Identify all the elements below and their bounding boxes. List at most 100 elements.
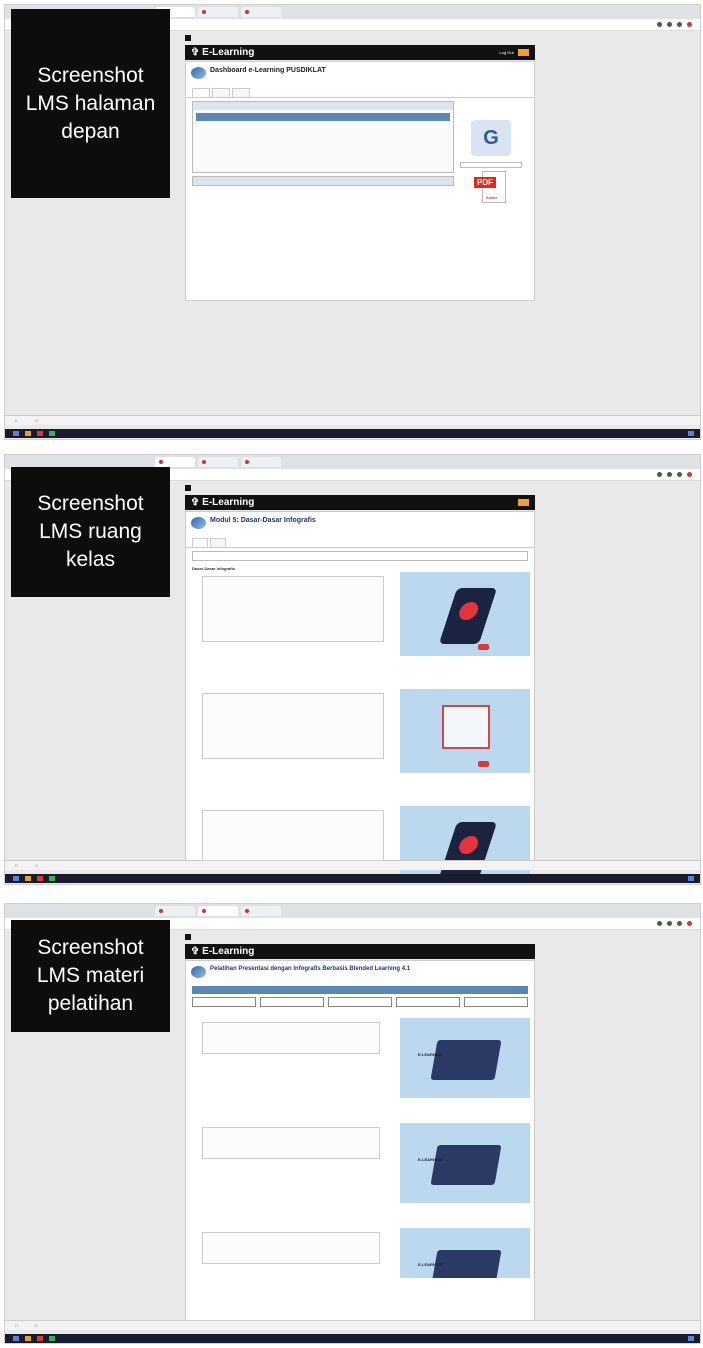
browser-tab[interactable] (198, 7, 238, 17)
taskbar-icon[interactable] (25, 431, 31, 436)
extension-icon[interactable] (657, 472, 662, 477)
favicon-icon (202, 908, 206, 913)
download-bar: □ □ (5, 1320, 700, 1330)
material-title[interactable] (192, 1222, 528, 1227)
cubes-graphic (442, 705, 490, 749)
nav-button[interactable] (517, 499, 529, 506)
start-icon[interactable] (13, 431, 19, 436)
material-info-box (202, 1232, 380, 1264)
guide-icon[interactable]: G (471, 120, 511, 156)
download-item[interactable]: □ (15, 863, 17, 868)
favicon-icon (159, 459, 163, 464)
extension-icon[interactable] (677, 921, 682, 926)
extension-icon[interactable] (677, 472, 682, 477)
bookmark-icon[interactable] (185, 34, 191, 41)
taskbar-icon[interactable] (25, 1336, 31, 1341)
brand-logo[interactable]: ✞ E-Learning (191, 47, 254, 58)
system-tray (688, 876, 694, 881)
materials-content: Pelatihan Presentasi dengan Infografis B… (185, 960, 535, 1322)
browser-tab[interactable] (155, 906, 195, 916)
favicon-icon (202, 459, 206, 464)
screenshot-classroom: Screenshot LMS ruang kelas ✞ E-Learning … (4, 454, 701, 885)
laptop-graphic (430, 1145, 502, 1185)
bookmark-icon[interactable] (185, 933, 191, 940)
download-item[interactable]: □ (35, 863, 37, 868)
extension-icon[interactable] (677, 22, 682, 27)
section-illustration (400, 689, 530, 773)
tab-3[interactable] (231, 88, 250, 97)
extension-icons (657, 472, 692, 477)
table-header (196, 113, 450, 121)
download-item[interactable]: □ (15, 1323, 17, 1328)
material-button[interactable] (464, 997, 528, 1007)
taskbar-icon[interactable] (37, 1336, 43, 1341)
start-icon[interactable] (13, 1336, 19, 1341)
taskbar-icon[interactable] (37, 876, 43, 881)
pdf-icon[interactable]: PDF Adobe (474, 171, 508, 209)
material-button[interactable] (192, 997, 256, 1007)
breadcrumb (192, 551, 528, 561)
extension-icon[interactable] (667, 22, 672, 27)
taskbar-icon[interactable] (37, 431, 43, 436)
start-icon[interactable] (13, 876, 19, 881)
caption-label: Screenshot LMS materi pelatihan (11, 920, 170, 1032)
brand-text: E-Learning (202, 946, 255, 957)
material-illustration: E-LEARNING (400, 1123, 530, 1203)
profile-icon[interactable] (687, 472, 692, 477)
browser-tab[interactable] (241, 906, 281, 916)
phone-graphic (438, 588, 498, 644)
side-column: G PDF Adobe (456, 120, 526, 209)
brand-logo[interactable]: ✞ E-Learning (191, 497, 254, 508)
windows-taskbar (5, 874, 700, 883)
extension-icon[interactable] (657, 22, 662, 27)
browser-tab[interactable] (241, 457, 281, 467)
taskbar-icon[interactable] (49, 1336, 55, 1341)
section-title[interactable] (192, 683, 528, 688)
module-section: Dasar-Dasar Infografis (192, 566, 530, 678)
table-row[interactable] (196, 124, 450, 132)
bookmark-icon[interactable] (185, 484, 191, 491)
material-title[interactable] (192, 1012, 528, 1017)
extension-icon[interactable] (657, 921, 662, 926)
page-title: Dashboard e-Learning PUSDIKLAT (210, 67, 326, 74)
dashboard-content: Dashboard e-Learning PUSDIKLAT G PDF Ado… (185, 61, 535, 301)
tab-1[interactable] (192, 88, 210, 97)
material-button[interactable] (260, 997, 324, 1007)
download-item[interactable]: □ (35, 1323, 37, 1328)
section-title[interactable]: Dasar-Dasar Infografis (192, 566, 528, 571)
nav-button[interactable] (517, 49, 529, 56)
download-item[interactable]: □ (35, 418, 37, 423)
nav-button[interactable] (517, 948, 529, 955)
profile-icon[interactable] (687, 921, 692, 926)
brand-text: E-Learning (202, 47, 255, 58)
brand-logo[interactable]: ✞ E-Learning (191, 946, 254, 957)
material-item: E-LEARNING (192, 1117, 530, 1217)
extension-icon[interactable] (667, 472, 672, 477)
menu-select[interactable] (460, 162, 522, 168)
login-link[interactable]: Log Out (499, 50, 513, 55)
illustration-badge (478, 644, 490, 650)
page-title: Modul 5: Dasar-Dasar Infografis (210, 517, 316, 524)
lms-navbar: ✞ E-Learning (185, 944, 535, 959)
taskbar-icon[interactable] (49, 431, 55, 436)
taskbar-icon[interactable] (49, 876, 55, 881)
tab-2[interactable] (211, 88, 230, 97)
section-title[interactable] (192, 800, 528, 805)
material-info-box (202, 1022, 380, 1054)
taskbar-icon[interactable] (25, 876, 31, 881)
browser-tab[interactable] (198, 457, 238, 467)
lms-navbar: ✞ E-Learning Log Out (185, 45, 535, 60)
tab-2[interactable] (209, 538, 226, 547)
material-button[interactable] (328, 997, 392, 1007)
material-title[interactable] (192, 1117, 528, 1122)
material-button[interactable] (396, 997, 460, 1007)
extension-icon[interactable] (667, 921, 672, 926)
download-item[interactable]: □ (15, 418, 17, 423)
browser-tab[interactable] (155, 457, 195, 467)
browser-tab[interactable] (198, 906, 238, 916)
profile-icon[interactable] (687, 22, 692, 27)
tab-1[interactable] (192, 538, 208, 547)
browser-tab[interactable] (241, 7, 281, 17)
material-item: E-LEARNING (192, 1012, 530, 1112)
windows-taskbar (5, 1334, 700, 1343)
